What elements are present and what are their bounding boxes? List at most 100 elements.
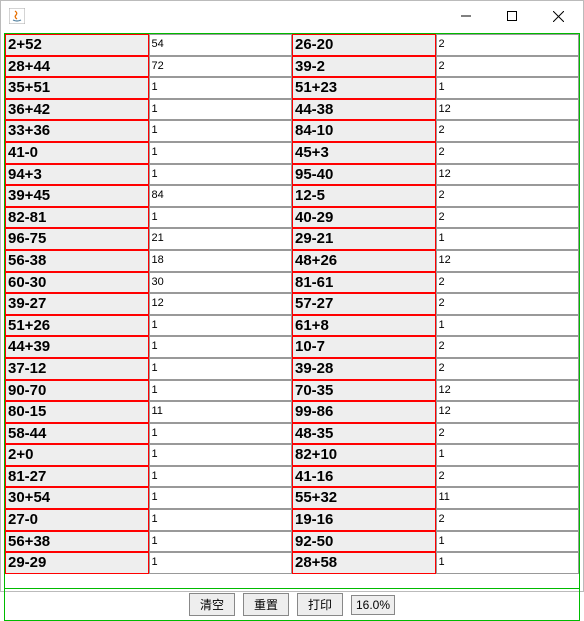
answer-input[interactable]: 1 (149, 466, 293, 488)
answer-input[interactable]: 1 (436, 315, 580, 337)
maximize-button[interactable] (489, 1, 535, 31)
answer-input[interactable]: 12 (436, 380, 580, 402)
question-cell: 10-7 (292, 336, 436, 358)
close-button[interactable] (535, 1, 581, 31)
problem-grid: 2+525428+447235+51136+42133+36141-0194+3… (4, 33, 580, 589)
java-icon (9, 8, 25, 24)
answer-input[interactable]: 1 (149, 552, 293, 574)
answer-input[interactable]: 1 (436, 444, 580, 466)
answer-input[interactable]: 2 (436, 142, 580, 164)
answer-input[interactable]: 12 (149, 293, 293, 315)
answer-input[interactable]: 2 (436, 207, 580, 229)
answer-input[interactable]: 18 (149, 250, 293, 272)
answer-input[interactable]: 2 (436, 336, 580, 358)
question-cell: 36+42 (5, 99, 149, 121)
answer-input[interactable]: 1 (149, 164, 293, 186)
answer-input[interactable]: 12 (436, 250, 580, 272)
print-button[interactable]: 打印 (297, 593, 343, 616)
problem-row: 48-352 (292, 423, 579, 445)
answer-input[interactable]: 2 (436, 358, 580, 380)
answer-input[interactable]: 1 (436, 531, 580, 553)
problem-row: 41-01 (5, 142, 292, 164)
answer-input[interactable]: 1 (149, 142, 293, 164)
question-cell: 70-35 (292, 380, 436, 402)
question-cell: 19-16 (292, 509, 436, 531)
answer-input[interactable]: 1 (149, 120, 293, 142)
answer-input[interactable]: 2 (436, 272, 580, 294)
answer-input[interactable]: 21 (149, 228, 293, 250)
answer-input[interactable]: 2 (436, 466, 580, 488)
answer-input[interactable]: 1 (149, 77, 293, 99)
question-cell: 12-5 (292, 185, 436, 207)
answer-input[interactable]: 1 (149, 444, 293, 466)
answer-input[interactable]: 30 (149, 272, 293, 294)
question-cell: 29-21 (292, 228, 436, 250)
answer-input[interactable]: 1 (149, 336, 293, 358)
answer-input[interactable]: 1 (149, 358, 293, 380)
answer-input[interactable]: 11 (436, 487, 580, 509)
question-cell: 26-20 (292, 34, 436, 56)
answer-input[interactable]: 11 (149, 401, 293, 423)
problem-row: 57-272 (292, 293, 579, 315)
answer-input[interactable]: 1 (436, 228, 580, 250)
problem-row: 58-441 (5, 423, 292, 445)
problem-row: 36+421 (5, 99, 292, 121)
answer-input[interactable]: 72 (149, 56, 293, 78)
question-cell: 39-27 (5, 293, 149, 315)
answer-input[interactable]: 84 (149, 185, 293, 207)
answer-input[interactable]: 1 (149, 207, 293, 229)
problem-row: 39-282 (292, 358, 579, 380)
answer-input[interactable]: 12 (436, 401, 580, 423)
problem-row: 51+231 (292, 77, 579, 99)
problem-row: 19-162 (292, 509, 579, 531)
answer-input[interactable]: 54 (149, 34, 293, 56)
app-window: 2+525428+447235+51136+42133+36141-0194+3… (0, 0, 584, 592)
answer-input[interactable]: 1 (149, 487, 293, 509)
answer-input[interactable]: 1 (149, 99, 293, 121)
reset-button[interactable]: 重置 (243, 593, 289, 616)
answer-input[interactable]: 1 (436, 77, 580, 99)
problem-row: 56-3818 (5, 250, 292, 272)
problem-row: 94+31 (5, 164, 292, 186)
question-cell: 55+32 (292, 487, 436, 509)
problem-row: 37-121 (5, 358, 292, 380)
answer-input[interactable]: 2 (436, 185, 580, 207)
answer-input[interactable]: 2 (436, 120, 580, 142)
problem-row: 84-102 (292, 120, 579, 142)
answer-input[interactable]: 1 (149, 380, 293, 402)
answer-input[interactable]: 1 (149, 423, 293, 445)
answer-input[interactable]: 2 (436, 56, 580, 78)
question-cell: 90-70 (5, 380, 149, 402)
problem-row: 35+511 (5, 77, 292, 99)
question-cell: 44+39 (5, 336, 149, 358)
question-cell: 81-27 (5, 466, 149, 488)
problem-row: 39+4584 (5, 185, 292, 207)
question-cell: 44-38 (292, 99, 436, 121)
answer-input[interactable]: 12 (436, 164, 580, 186)
problem-row: 51+261 (5, 315, 292, 337)
answer-input[interactable]: 2 (436, 34, 580, 56)
question-cell: 82-81 (5, 207, 149, 229)
minimize-button[interactable] (443, 1, 489, 31)
question-cell: 2+0 (5, 444, 149, 466)
answer-input[interactable]: 2 (436, 509, 580, 531)
problem-row: 95-4012 (292, 164, 579, 186)
problem-row: 28+581 (292, 552, 579, 574)
answer-input[interactable]: 1 (149, 531, 293, 553)
answer-input[interactable]: 1 (436, 552, 580, 574)
answer-input[interactable]: 12 (436, 99, 580, 121)
clear-button[interactable]: 清空 (189, 593, 235, 616)
problem-row: 44-3812 (292, 99, 579, 121)
problem-row: 61+81 (292, 315, 579, 337)
problem-row: 27-01 (5, 509, 292, 531)
question-cell: 58-44 (5, 423, 149, 445)
answer-input[interactable]: 2 (436, 293, 580, 315)
question-cell: 41-0 (5, 142, 149, 164)
question-cell: 41-16 (292, 466, 436, 488)
answer-input[interactable]: 2 (436, 423, 580, 445)
question-cell: 99-86 (292, 401, 436, 423)
problem-row: 55+3211 (292, 487, 579, 509)
question-cell: 39-2 (292, 56, 436, 78)
answer-input[interactable]: 1 (149, 509, 293, 531)
answer-input[interactable]: 1 (149, 315, 293, 337)
